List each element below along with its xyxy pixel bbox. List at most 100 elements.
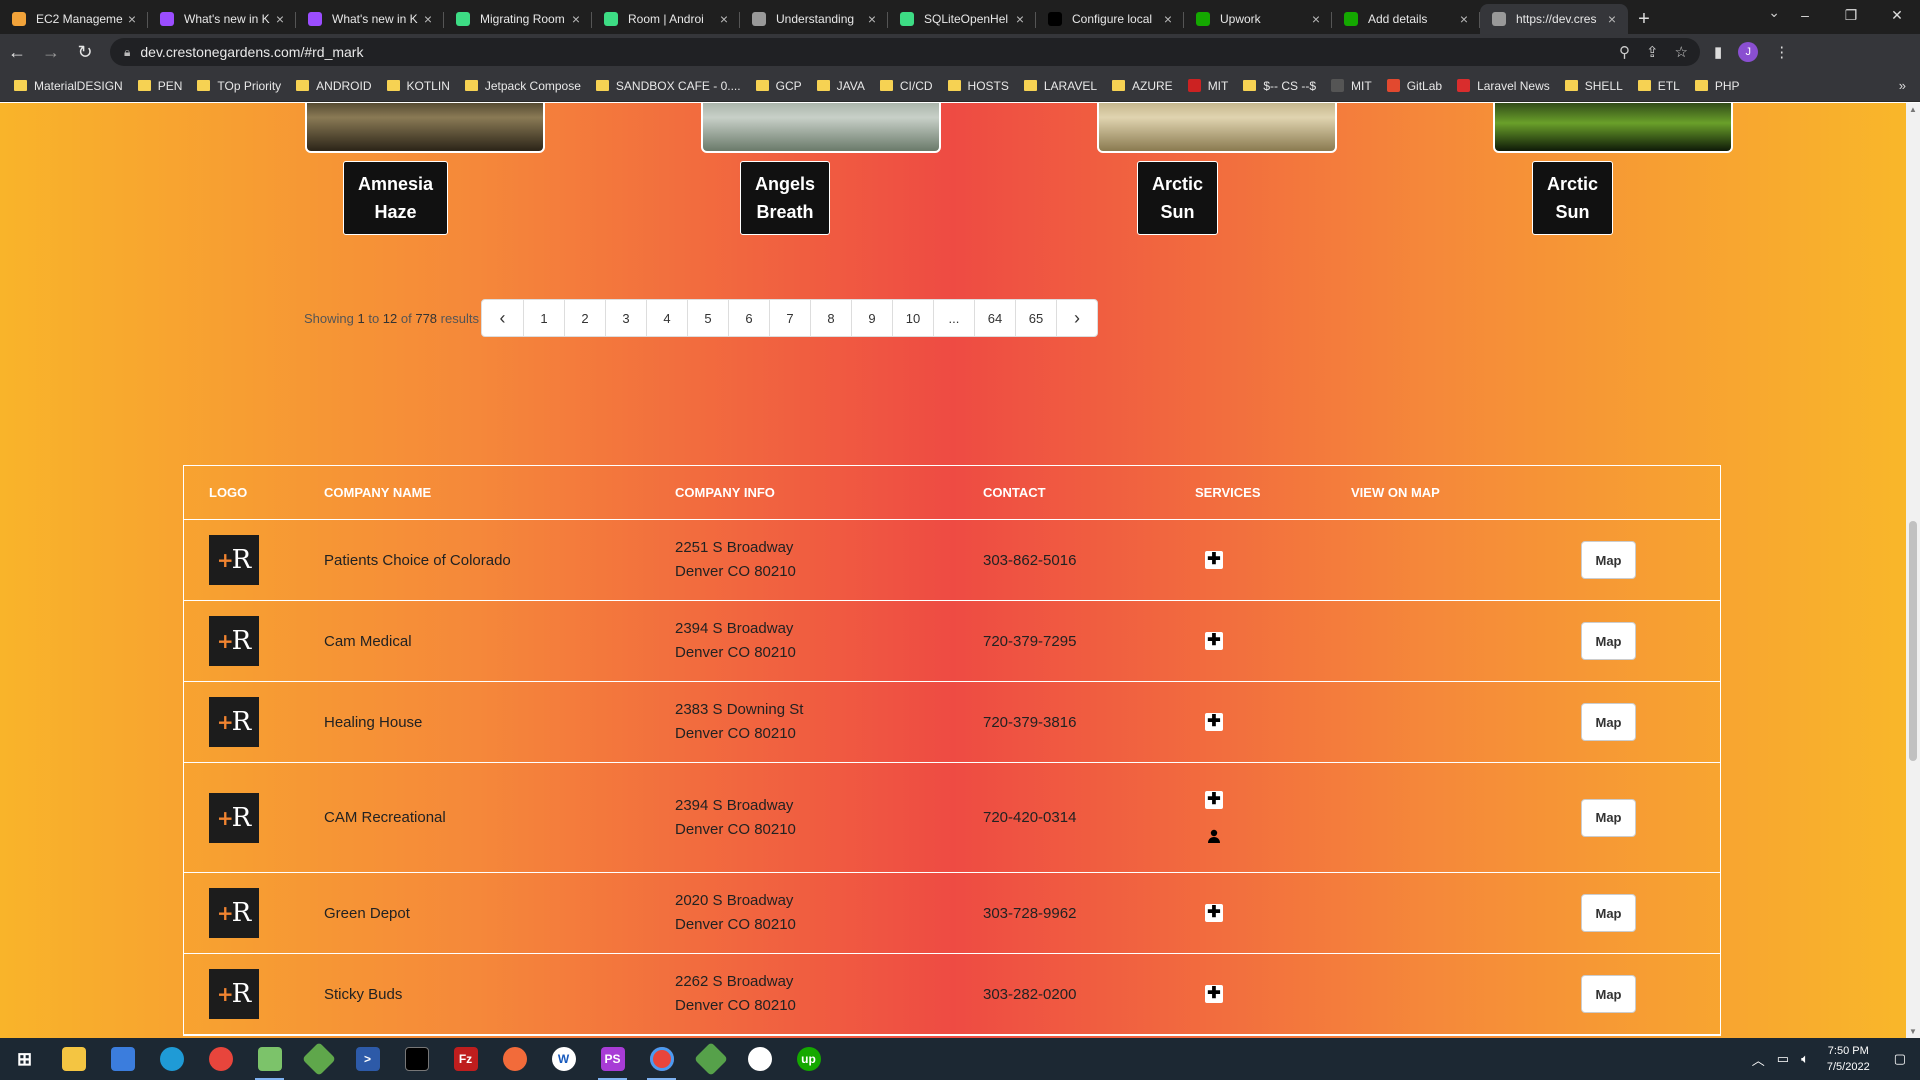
- terminal-icon[interactable]: [392, 1038, 441, 1080]
- bookmark-item[interactable]: LARAVEL: [1023, 79, 1097, 93]
- bookmark-item[interactable]: $-- CS --$: [1243, 79, 1316, 93]
- map-button[interactable]: Map: [1581, 894, 1636, 932]
- pagination-page-button[interactable]: 10: [891, 300, 933, 336]
- browser-tab[interactable]: What's new in K ×: [148, 4, 296, 34]
- close-tab-icon[interactable]: ×: [1456, 11, 1472, 27]
- pagination-page-button[interactable]: 2: [563, 300, 605, 336]
- scroll-down-icon[interactable]: ▼: [1909, 1027, 1917, 1036]
- scroll-up-icon[interactable]: ▲: [1909, 105, 1917, 114]
- pagination-page-button[interactable]: ...: [932, 300, 974, 336]
- pagination-page-button[interactable]: 4: [645, 300, 687, 336]
- minimize-icon[interactable]: –: [1782, 0, 1828, 30]
- pagination-page-button[interactable]: 65: [1014, 300, 1056, 336]
- reload-icon[interactable]: ↻: [68, 42, 102, 63]
- bookmark-item[interactable]: ETL: [1637, 79, 1680, 93]
- lock-icon[interactable]: 🔒︎: [124, 45, 130, 60]
- pagination-page-button[interactable]: 8: [809, 300, 851, 336]
- browser-tab[interactable]: Migrating Room ×: [444, 4, 592, 34]
- profile-avatar[interactable]: J: [1738, 42, 1759, 62]
- android-studio-icon[interactable]: [735, 1038, 784, 1080]
- filezilla-icon[interactable]: Fz: [441, 1038, 490, 1080]
- back-icon[interactable]: ←: [0, 42, 34, 63]
- close-tab-icon[interactable]: ×: [420, 11, 436, 27]
- new-tab-icon[interactable]: +: [1628, 4, 1660, 34]
- bookmark-item[interactable]: KOTLIN: [386, 79, 450, 93]
- more-bookmarks-icon[interactable]: »: [1899, 78, 1906, 93]
- close-tab-icon[interactable]: ×: [1308, 11, 1324, 27]
- restore-icon[interactable]: ❐: [1828, 0, 1874, 30]
- windows-start-icon[interactable]: ⊞: [0, 1038, 49, 1080]
- bookmark-item[interactable]: SHELL: [1564, 79, 1623, 93]
- map-button[interactable]: Map: [1581, 975, 1636, 1013]
- product-image[interactable]: [701, 103, 941, 153]
- sourcetree-icon[interactable]: [686, 1038, 735, 1080]
- map-button[interactable]: Map: [1581, 798, 1636, 837]
- bookmark-item[interactable]: HOSTS: [947, 79, 1009, 93]
- upwork-app-icon[interactable]: up: [784, 1038, 833, 1080]
- chrome-icon[interactable]: [196, 1038, 245, 1080]
- page-scrollbar[interactable]: ▲ ▼: [1906, 103, 1920, 1038]
- notifications-icon[interactable]: ▢: [1894, 1051, 1906, 1067]
- chrome-active-icon[interactable]: [637, 1038, 686, 1080]
- close-tab-icon[interactable]: ×: [1160, 11, 1176, 27]
- forward-icon[interactable]: →: [34, 42, 68, 63]
- file-explorer-icon[interactable]: [49, 1038, 98, 1080]
- bookmark-item[interactable]: PHP: [1694, 79, 1740, 93]
- bookmark-star-icon[interactable]: ☆: [1675, 43, 1688, 61]
- phpstorm-icon[interactable]: PS: [588, 1038, 637, 1080]
- browser-tab[interactable]: What's new in K ×: [296, 4, 444, 34]
- bookmark-item[interactable]: MaterialDESIGN: [14, 79, 123, 93]
- pagination-page-button[interactable]: 5: [686, 300, 728, 336]
- notepad-icon[interactable]: [245, 1038, 294, 1080]
- bookmark-item[interactable]: MIT: [1331, 79, 1372, 93]
- product-image[interactable]: [1493, 103, 1733, 153]
- browser-tab[interactable]: EC2 Manageme ×: [0, 4, 148, 34]
- bookmark-item[interactable]: GitLab: [1386, 79, 1442, 93]
- browser-tab[interactable]: Room | Androi ×: [592, 4, 740, 34]
- map-button[interactable]: Map: [1581, 622, 1636, 660]
- word-icon[interactable]: W: [539, 1038, 588, 1080]
- network-icon[interactable]: ▭: [1777, 1051, 1789, 1067]
- close-tab-icon[interactable]: ×: [716, 11, 732, 27]
- bookmark-item[interactable]: Laravel News: [1457, 79, 1550, 93]
- postman-icon[interactable]: [490, 1038, 539, 1080]
- map-button[interactable]: Map: [1581, 541, 1636, 579]
- close-tab-icon[interactable]: ×: [864, 11, 880, 27]
- pagination-page-button[interactable]: 6: [727, 300, 769, 336]
- scrollbar-thumb[interactable]: [1909, 521, 1917, 761]
- product-name[interactable]: Arctic Sun: [1137, 161, 1219, 235]
- product-image[interactable]: [1097, 103, 1337, 153]
- menu-kebab-icon[interactable]: ⋮: [1774, 43, 1789, 61]
- side-panel-icon[interactable]: ▮: [1714, 43, 1722, 61]
- close-tab-icon[interactable]: ×: [1012, 11, 1028, 27]
- map-button[interactable]: Map: [1581, 703, 1636, 741]
- pagination-page-button[interactable]: 7: [768, 300, 810, 336]
- pagination-next-button[interactable]: ›: [1055, 300, 1097, 336]
- pagination-page-button[interactable]: 1: [522, 300, 564, 336]
- volume-icon[interactable]: 🔈︎: [1801, 1051, 1809, 1067]
- bookmark-item[interactable]: MIT: [1187, 79, 1228, 93]
- bookmark-item[interactable]: GCP: [755, 79, 802, 93]
- powershell-icon[interactable]: >: [343, 1038, 392, 1080]
- bookmark-item[interactable]: ANDROID: [296, 79, 372, 93]
- bookmark-item[interactable]: TOp Priority: [197, 79, 281, 93]
- product-name[interactable]: Amnesia Haze: [343, 161, 449, 235]
- bookmark-item[interactable]: JAVA: [816, 79, 865, 93]
- browser-tab[interactable]: Configure local ×: [1036, 4, 1184, 34]
- store-icon[interactable]: [98, 1038, 147, 1080]
- browser-tab[interactable]: Add details ×: [1332, 4, 1480, 34]
- close-tab-icon[interactable]: ×: [124, 11, 140, 27]
- close-tab-icon[interactable]: ×: [272, 11, 288, 27]
- location-icon[interactable]: ⚲: [1619, 43, 1630, 61]
- bookmark-item[interactable]: CI/CD: [879, 79, 933, 93]
- share-icon[interactable]: ⇪: [1646, 43, 1659, 61]
- pagination-page-button[interactable]: 64: [973, 300, 1015, 336]
- pagination-prev-button[interactable]: ‹: [482, 300, 523, 336]
- bookmark-item[interactable]: Jetpack Compose: [464, 79, 581, 93]
- git-icon[interactable]: [294, 1038, 343, 1080]
- browser-tab[interactable]: Upwork ×: [1184, 4, 1332, 34]
- taskbar-clock[interactable]: 7:50 PM 7/5/2022: [1827, 1043, 1870, 1075]
- product-image[interactable]: [305, 103, 545, 153]
- browser-tab[interactable]: SQLiteOpenHel ×: [888, 4, 1036, 34]
- pagination-page-button[interactable]: 9: [850, 300, 892, 336]
